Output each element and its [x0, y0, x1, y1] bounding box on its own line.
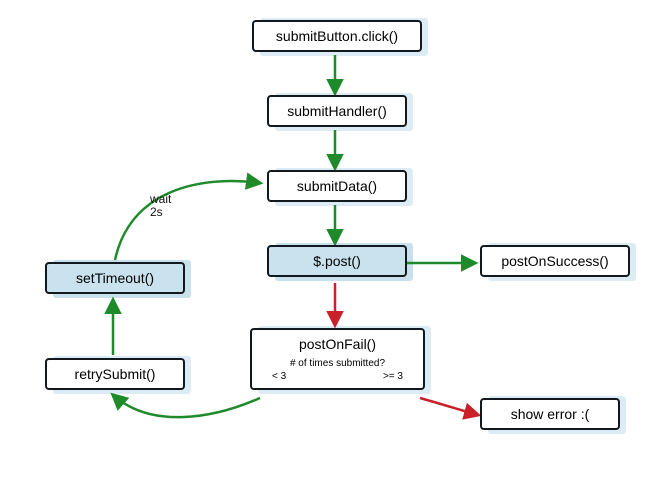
node-jquery-post: $.post(): [267, 245, 407, 277]
node-label: show error :(: [511, 406, 590, 422]
node-label: submitData(): [297, 178, 377, 194]
node-label: postOnSuccess(): [501, 253, 608, 269]
node-label: postOnFail(): [299, 336, 376, 352]
edge-label-wait-line2: 2s: [150, 205, 163, 219]
node-subtext: # of times submitted?: [266, 358, 409, 369]
edge-label-wait-line1: wait: [150, 192, 171, 206]
node-label: submitButton.click(): [276, 28, 398, 44]
node-label: retrySubmit(): [75, 366, 156, 382]
branch-left: < 3: [272, 371, 286, 382]
node-submit-handler: submitHandler(): [267, 95, 407, 127]
node-branches: < 3 >= 3: [266, 371, 409, 382]
node-submit-data: submitData(): [267, 170, 407, 202]
node-label: setTimeout(): [76, 270, 154, 286]
node-retry-submit: retrySubmit(): [45, 358, 185, 390]
node-post-on-fail: postOnFail() # of times submitted? < 3 >…: [250, 328, 425, 390]
node-show-error: show error :(: [480, 398, 620, 430]
node-label: submitHandler(): [287, 103, 387, 119]
flowchart-canvas: submitButton.click() submitHandler() sub…: [0, 0, 660, 500]
node-post-on-success: postOnSuccess(): [480, 245, 630, 277]
edge-label-wait: wait 2s: [150, 193, 171, 219]
node-submit-button-click: submitButton.click(): [252, 20, 422, 52]
branch-right: >= 3: [383, 371, 403, 382]
node-label: $.post(): [313, 253, 360, 269]
node-set-timeout: setTimeout(): [45, 262, 185, 294]
